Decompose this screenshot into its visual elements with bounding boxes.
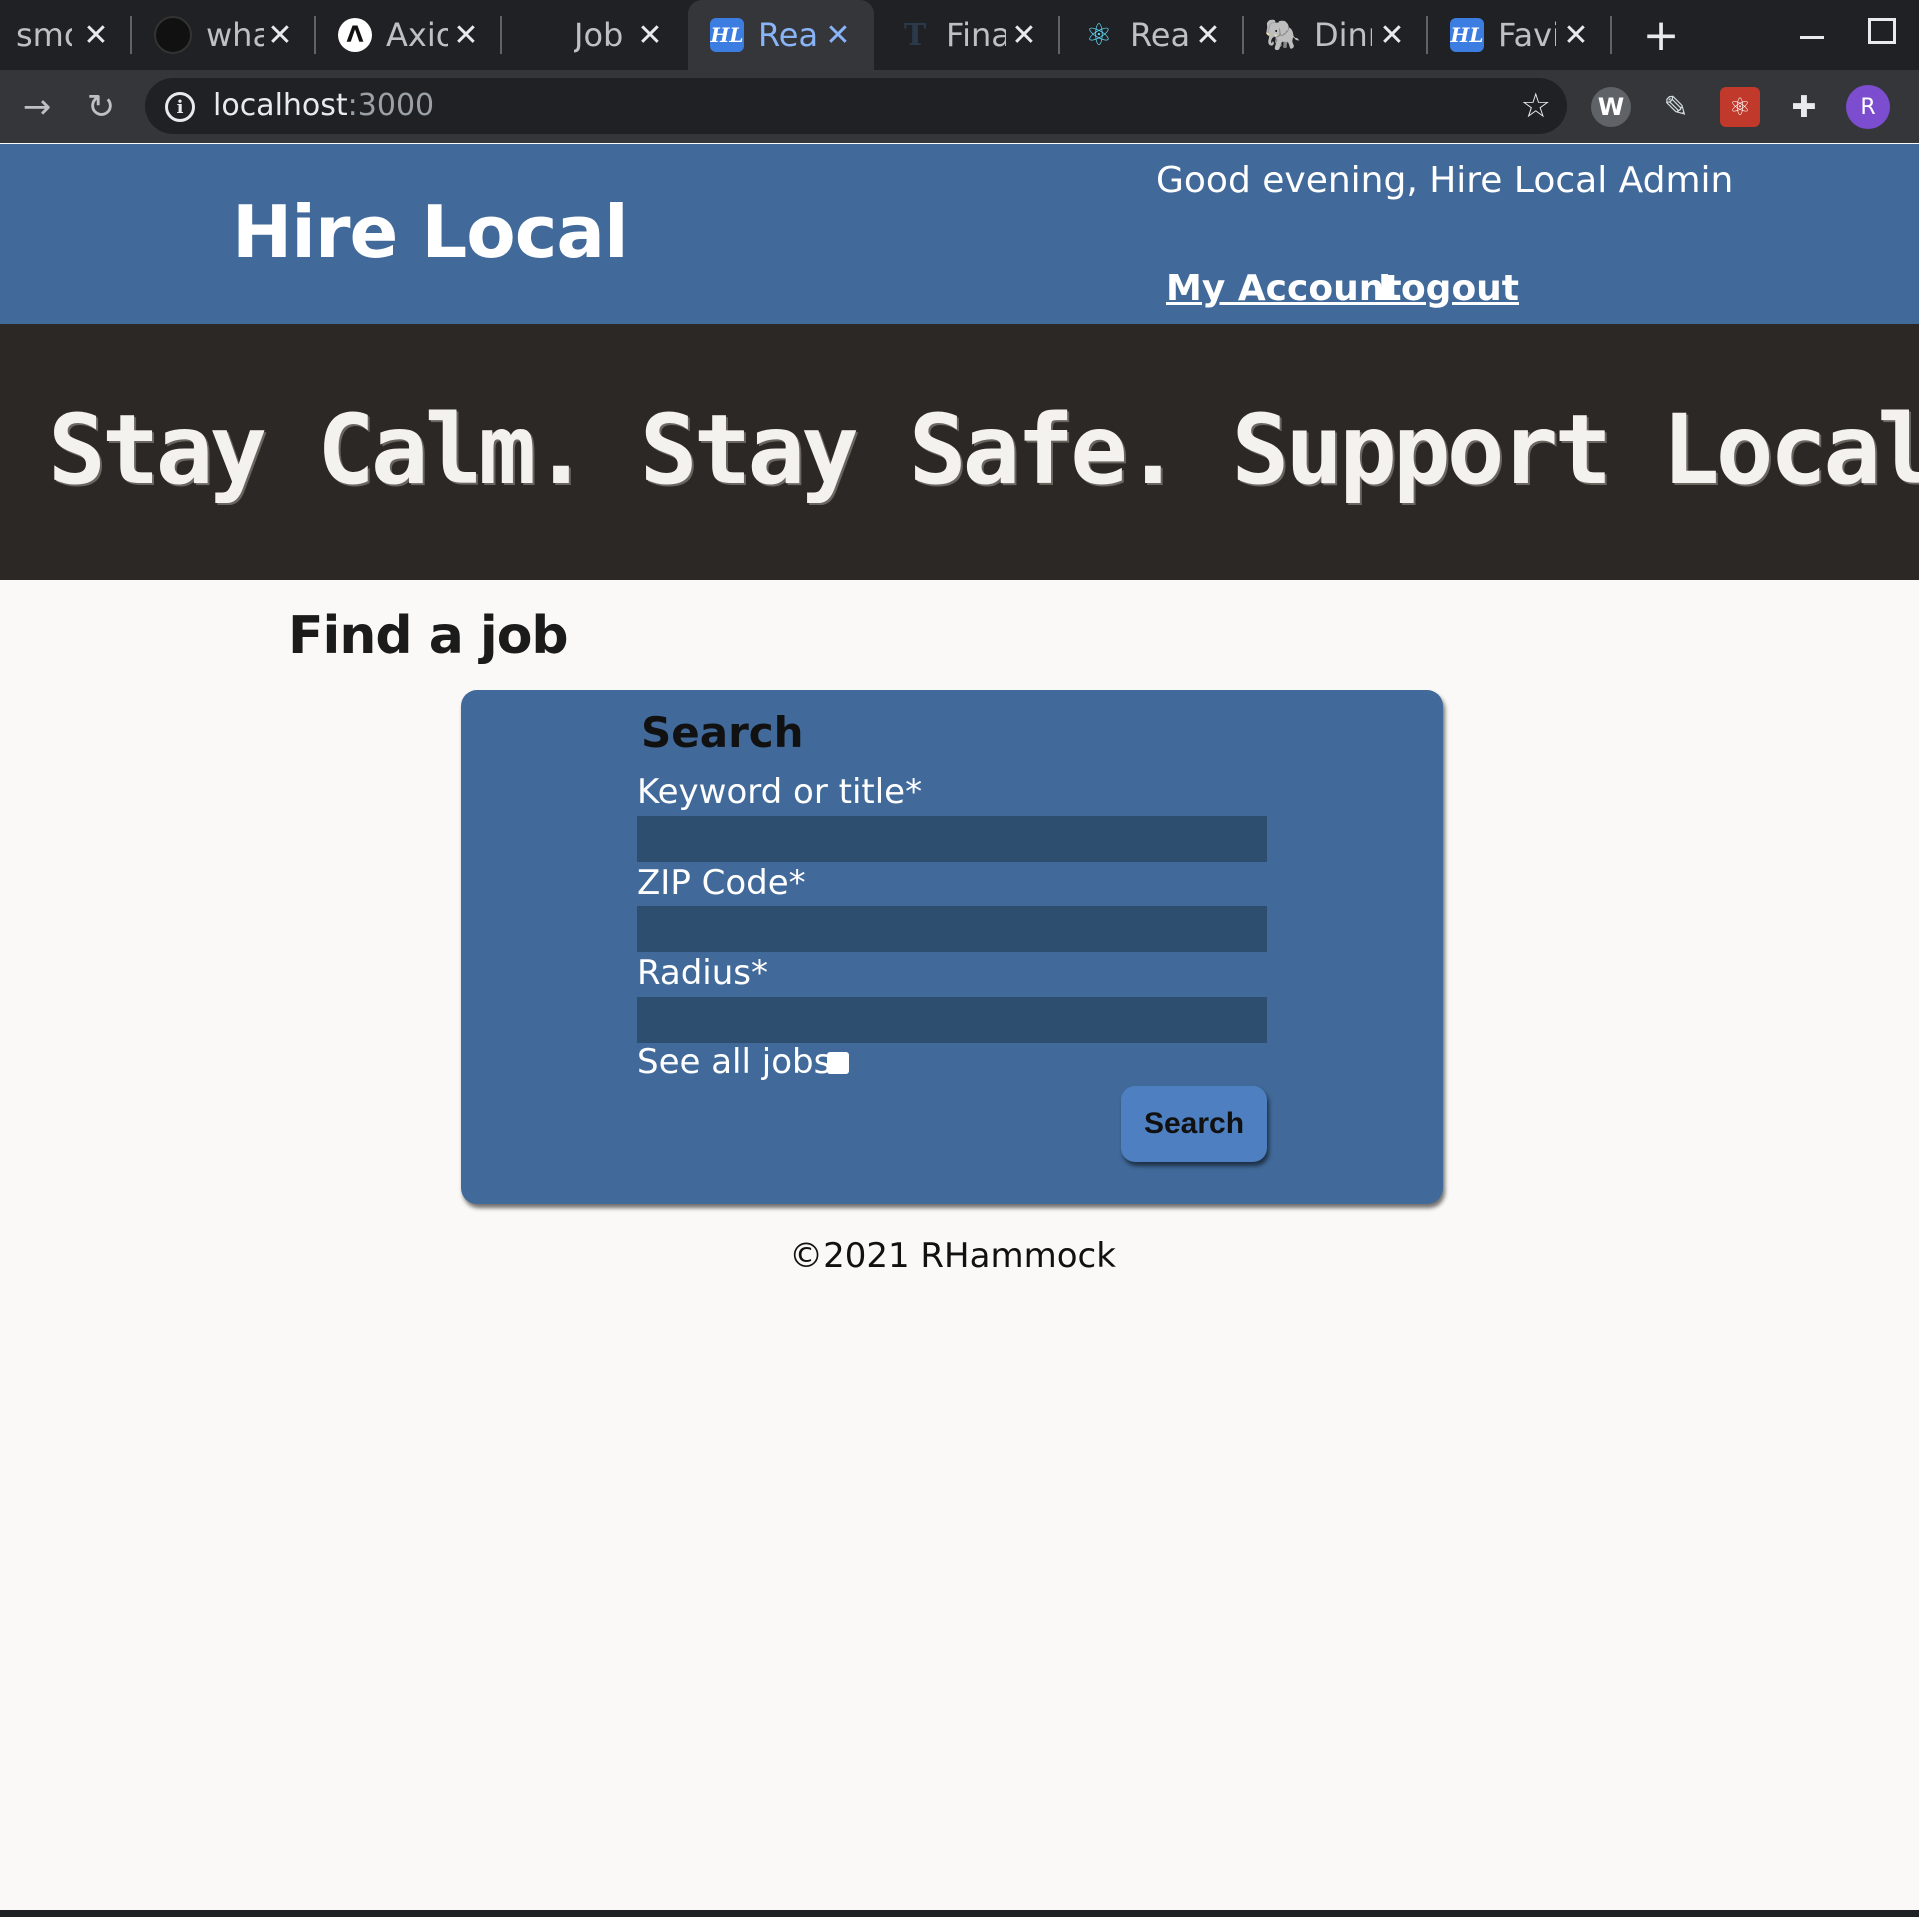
new-tab-button[interactable]: + <box>1636 10 1686 61</box>
pen-extension-icon[interactable]: ✎ <box>1656 87 1696 127</box>
tab-job[interactable]: Job ✕ <box>502 0 686 70</box>
site-header: Hire Local Good evening, Hire Local Admi… <box>0 144 1919 324</box>
close-icon[interactable]: ✕ <box>1374 17 1410 53</box>
hire-local-icon: HL <box>1450 18 1484 52</box>
tab-title: Job <box>574 16 624 54</box>
keyword-label: Keyword or title* <box>637 772 923 812</box>
tab-react[interactable]: ⚛ Rea ✕ <box>1060 0 1244 70</box>
address-bar[interactable]: i localhost:3000 ☆ <box>145 78 1567 134</box>
postgres-elephant-icon: 🐘 <box>1264 17 1302 53</box>
radius-input[interactable] <box>637 997 1267 1043</box>
minimize-window-icon[interactable] <box>1800 22 1828 50</box>
radius-label: Radius* <box>637 953 769 993</box>
tab-title: Fina <box>946 16 1006 54</box>
site-brand[interactable]: Hire Local <box>232 190 629 274</box>
close-icon[interactable]: ✕ <box>632 17 668 53</box>
browser-toolbar: → ↻ i localhost:3000 ☆ W ✎ ⚛ ✚ R <box>0 70 1919 143</box>
tab-hire-local-active[interactable]: HL Rea ✕ <box>688 0 874 70</box>
tab-smo[interactable]: smo ✕ <box>0 0 132 70</box>
close-icon[interactable]: ✕ <box>1558 17 1594 53</box>
tab-favi[interactable]: HL Favi ✕ <box>1428 0 1612 70</box>
bookmark-star-icon[interactable]: ☆ <box>1521 86 1551 126</box>
close-icon[interactable]: ✕ <box>1006 17 1042 53</box>
see-all-jobs-checkbox[interactable] <box>827 1052 849 1074</box>
tab-title: Rea <box>758 16 816 54</box>
search-heading: Search <box>641 708 804 757</box>
logout-link[interactable]: Logout <box>1378 268 1519 309</box>
axios-icon: Λ <box>338 18 372 52</box>
url-host: localhost <box>213 88 348 123</box>
page-title: Find a job <box>288 606 569 666</box>
forward-arrow-icon[interactable]: → <box>12 82 62 132</box>
close-icon[interactable]: ✕ <box>820 17 856 53</box>
zip-label: ZIP Code* <box>637 863 806 903</box>
site-info-icon[interactable]: i <box>165 92 195 122</box>
tab-axios[interactable]: Λ Axio ✕ <box>316 0 502 70</box>
react-icon: ⚛ <box>1085 17 1113 53</box>
see-all-jobs-label: See all jobs <box>637 1042 832 1082</box>
redux-devtools-icon[interactable]: ⚛ <box>1720 87 1760 127</box>
tab-github[interactable]: wha ✕ <box>132 0 316 70</box>
zip-input[interactable] <box>637 906 1267 952</box>
maximize-window-icon[interactable] <box>1868 18 1896 44</box>
hire-local-icon: HL <box>710 18 744 52</box>
tab-fina[interactable]: T Fina ✕ <box>876 0 1060 70</box>
keyword-input[interactable] <box>637 816 1267 862</box>
footer-copyright: ©2021 RHammock <box>789 1236 1116 1276</box>
browser-tab-strip: smo ✕ wha ✕ Λ Axio ✕ Job ✕ HL Rea ✕ T Fi… <box>0 0 1919 70</box>
reload-icon[interactable]: ↻ <box>76 82 126 132</box>
close-icon[interactable]: ✕ <box>78 17 114 53</box>
my-account-link[interactable]: My Account <box>1166 268 1402 309</box>
close-icon[interactable]: ✕ <box>262 17 298 53</box>
tab-title: Rea <box>1130 16 1188 54</box>
close-icon[interactable]: ✕ <box>1190 17 1226 53</box>
t-icon: T <box>903 17 927 53</box>
tab-title: smo <box>16 16 72 54</box>
tab-title: Dinr <box>1314 16 1372 54</box>
tab-title: Axio <box>386 16 448 54</box>
github-icon <box>154 16 192 54</box>
url-port: :3000 <box>347 88 435 123</box>
profile-avatar[interactable]: R <box>1846 85 1890 129</box>
greeting-text: Good evening, Hire Local Admin <box>1156 160 1734 201</box>
close-icon[interactable]: ✕ <box>448 17 484 53</box>
search-button[interactable]: Search <box>1121 1086 1267 1162</box>
tab-title: wha <box>206 16 264 54</box>
tab-separator <box>1610 16 1612 54</box>
url-text[interactable]: localhost:3000 <box>213 88 434 123</box>
bottom-edge-bar <box>0 1910 1919 1917</box>
hero-banner: Stay Calm. Stay Safe. Support Local. <box>0 324 1919 580</box>
tab-dinr[interactable]: 🐘 Dinr ✕ <box>1244 0 1428 70</box>
tab-title: Favi <box>1498 16 1556 54</box>
job-search-form: Search Keyword or title* ZIP Code* Radiu… <box>461 690 1443 1204</box>
banner-slogan: Stay Calm. Stay Safe. Support Local. <box>48 394 1919 506</box>
w-extension-icon[interactable]: W <box>1591 87 1631 127</box>
extensions-puzzle-icon[interactable]: ✚ <box>1784 87 1824 127</box>
